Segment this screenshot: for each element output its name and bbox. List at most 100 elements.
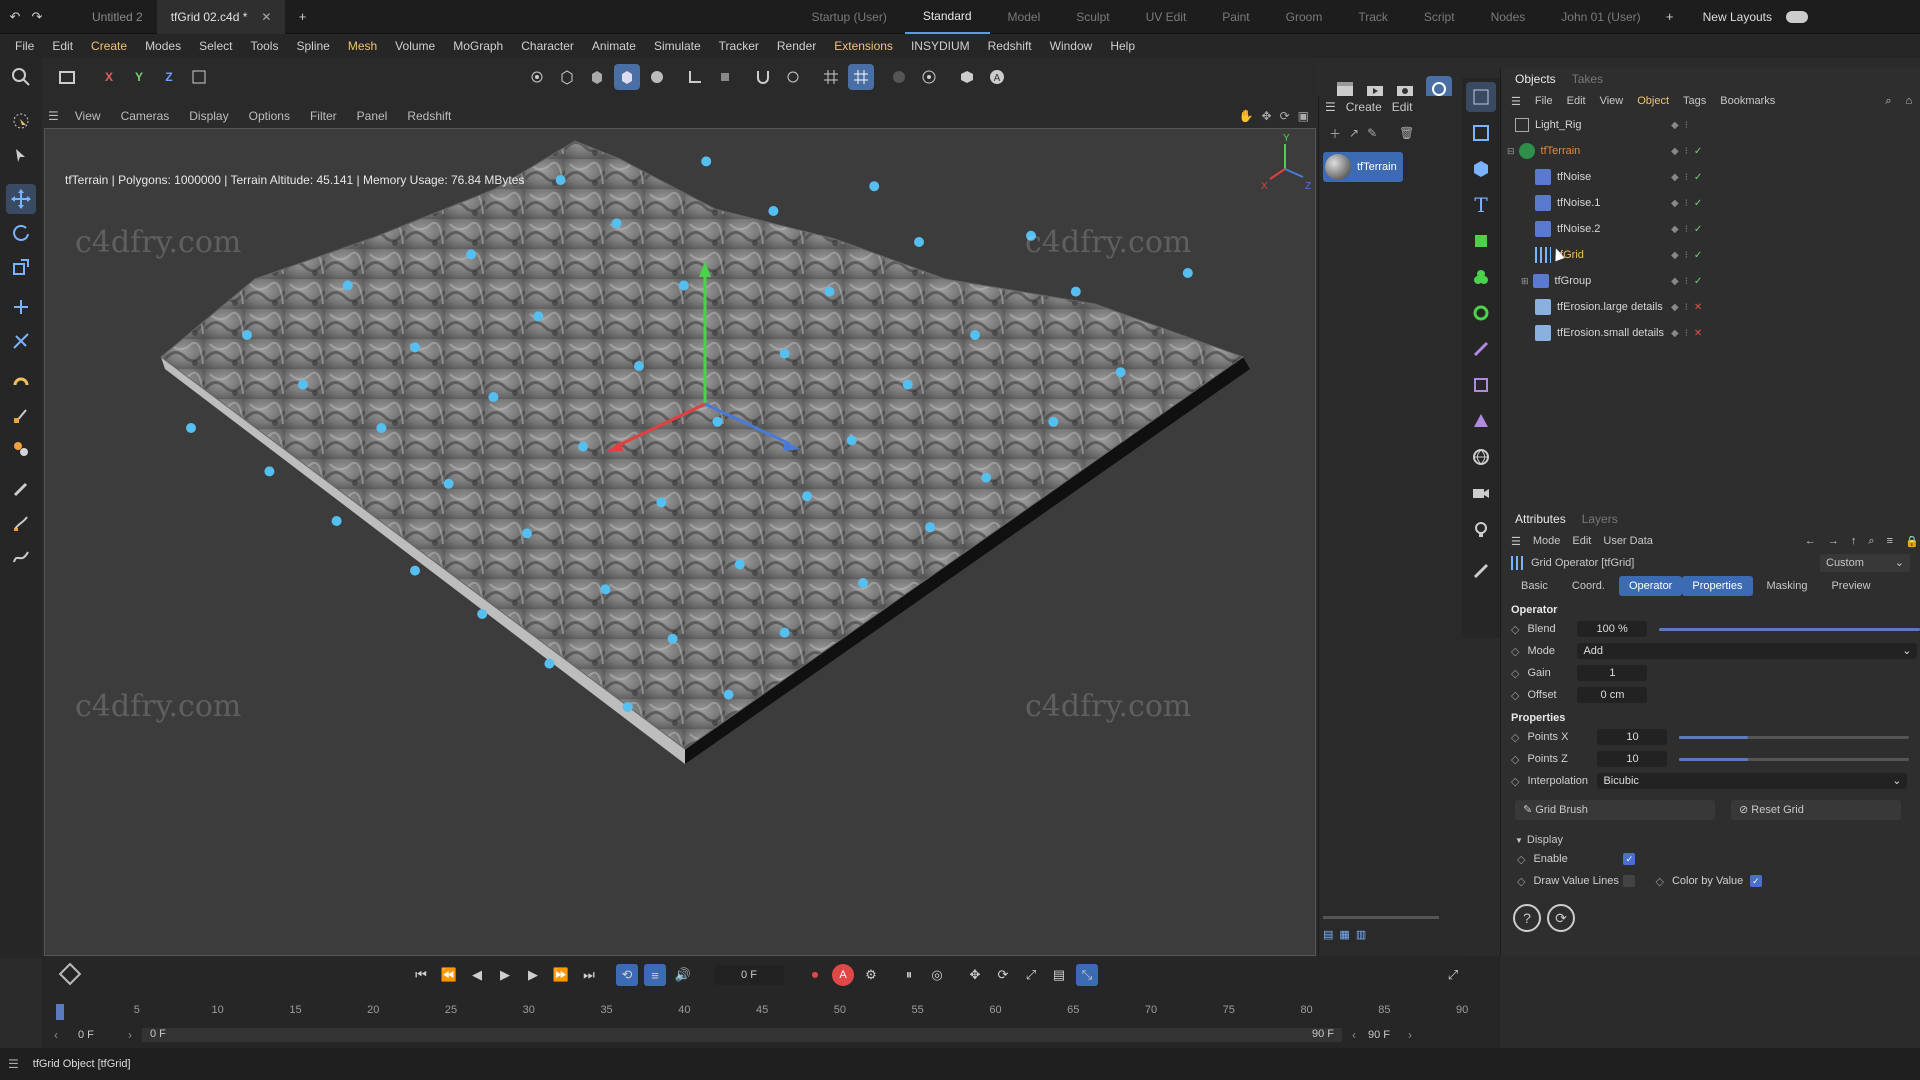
globe-icon[interactable] [1466, 442, 1496, 472]
attr-menu-mode[interactable]: Mode [1533, 535, 1561, 547]
menu-tools[interactable]: Tools [241, 34, 287, 58]
current-frame-field[interactable]: 0 F [714, 965, 784, 985]
select-icon[interactable] [6, 106, 36, 136]
vp-menu-panel[interactable]: Panel [347, 104, 398, 128]
grid-point[interactable] [376, 423, 387, 433]
paint-tool-icon[interactable] [1466, 556, 1496, 586]
grid-point[interactable] [578, 441, 588, 452]
grid-point[interactable] [768, 206, 779, 216]
help-icon[interactable]: ? [1513, 904, 1541, 932]
trash-icon[interactable]: 🗑 [1399, 126, 1414, 140]
tag-a-icon[interactable]: A [984, 64, 1010, 90]
grid-point[interactable] [824, 286, 835, 297]
grid-point[interactable] [734, 559, 745, 570]
om-menu-bookmarks[interactable]: Bookmarks [1720, 95, 1775, 107]
key-param-icon[interactable]: ▤ [1048, 964, 1070, 986]
layout-tab-nodes[interactable]: Nodes [1473, 0, 1544, 34]
pan-icon[interactable]: ✋ [1239, 109, 1254, 123]
doc-tab-untitled[interactable]: Untitled 2 [78, 0, 157, 34]
axis-x-button[interactable]: X [96, 64, 122, 90]
interpolation-dropdown[interactable]: Bicubic ⌄ [1597, 773, 1908, 789]
render-region-icon[interactable] [886, 64, 912, 90]
points-z-input[interactable]: 10 [1597, 751, 1668, 767]
snap-scale-icon[interactable] [6, 326, 36, 356]
toggle-switch[interactable] [1786, 10, 1809, 23]
cloner-icon[interactable] [1466, 262, 1496, 292]
attr-tab-properties[interactable]: Properties [1682, 576, 1753, 596]
layout-tab-track[interactable]: Track [1340, 0, 1406, 34]
uv-mode-icon[interactable] [644, 64, 670, 90]
keyframe-diamond-icon[interactable]: ◇ [1511, 645, 1519, 658]
chevron-right-icon[interactable]: › [128, 1028, 132, 1042]
grid-point[interactable] [186, 423, 196, 433]
grid-point[interactable] [600, 584, 611, 595]
attr-tab-coord[interactable]: Coord. [1562, 576, 1615, 596]
hamburger-icon[interactable]: ☰ [1325, 100, 1336, 114]
grid-point[interactable] [914, 237, 924, 247]
model-mode-icon[interactable] [614, 64, 640, 90]
fps-icon[interactable]: ≡ [644, 964, 666, 986]
rotate-icon[interactable] [6, 218, 36, 248]
rectangle-select-icon[interactable] [1466, 118, 1496, 148]
grid-point[interactable] [264, 466, 275, 477]
generator-icon[interactable] [1466, 226, 1496, 256]
color-by-value-checkbox[interactable]: ✓ [1749, 875, 1762, 887]
go-to-start-icon[interactable]: ⏮ [410, 964, 432, 986]
knife-icon[interactable] [6, 400, 36, 430]
keyframe-diamond-icon[interactable]: ◇ [1511, 731, 1519, 744]
menu-tracker[interactable]: Tracker [710, 34, 768, 58]
grid-point[interactable] [712, 416, 723, 427]
om-menu-edit[interactable]: Edit [1567, 95, 1586, 107]
grid-point[interactable] [1048, 416, 1059, 427]
grid-point[interactable] [410, 565, 420, 576]
list-item[interactable]: ⊟ tfTerrain ◆ ⁝ ✓ [1501, 138, 1920, 164]
tab-layers[interactable]: Layers [1582, 512, 1618, 526]
list-item[interactable]: tfNoise ◆ ⁝ ✓ [1501, 164, 1920, 190]
coordinate-system-icon[interactable] [186, 64, 212, 90]
edges-mode-icon[interactable] [554, 64, 580, 90]
grid-point[interactable] [533, 311, 544, 322]
chevron-left-icon[interactable]: ‹ [1352, 1028, 1356, 1042]
preset-dropdown[interactable]: Custom ⌄ [1820, 554, 1910, 572]
menu-modes[interactable]: Modes [136, 34, 190, 58]
grid-point[interactable] [544, 658, 555, 669]
list-item[interactable]: tfNoise.2 ◆ ⁝ ✓ [1501, 216, 1920, 242]
grid-point[interactable] [443, 478, 454, 489]
material-scrollbar[interactable] [1323, 916, 1439, 919]
paint-icon[interactable] [6, 434, 36, 464]
vp-menu-options[interactable]: Options [239, 104, 300, 128]
list-item[interactable]: Light_Rig ◆ ⁝ [1501, 112, 1920, 138]
axis-mode-icon[interactable] [682, 64, 708, 90]
up-arrow-icon[interactable]: ↑ [1851, 535, 1857, 547]
search-icon[interactable]: ⌕ [1885, 95, 1891, 108]
prev-key-icon[interactable]: ⏪ [438, 964, 460, 986]
loop-icon[interactable]: ⟲ [616, 964, 638, 986]
chevron-right-icon[interactable]: › [1408, 1028, 1412, 1042]
snap-settings-icon[interactable] [780, 64, 806, 90]
grid-point[interactable] [723, 689, 734, 700]
menu-create[interactable]: Create [82, 34, 136, 58]
light-icon[interactable] [1466, 514, 1496, 544]
menu-edit[interactable]: Edit [43, 34, 82, 58]
menu-render[interactable]: Render [768, 34, 825, 58]
tweak-icon[interactable] [712, 64, 738, 90]
grid-point[interactable] [846, 435, 857, 446]
menu-mesh[interactable]: Mesh [339, 34, 386, 58]
hamburger-icon[interactable]: ☰ [8, 1057, 19, 1071]
layout-tab-standard[interactable]: Standard [904, 0, 990, 34]
blend-slider[interactable] [1659, 627, 1920, 631]
vp-menu-redshift[interactable]: Redshift [397, 104, 461, 128]
playhead[interactable] [56, 1004, 64, 1020]
maximize-viewport-icon[interactable]: ▣ [1298, 109, 1309, 123]
sound-icon[interactable]: 🔊 [672, 964, 694, 986]
start-frame-field[interactable]: 0 F [78, 1029, 128, 1041]
grid-point[interactable] [242, 330, 252, 340]
grid-icon[interactable] [818, 64, 844, 90]
spline-pen-icon[interactable] [6, 542, 36, 572]
autokey-icon[interactable]: A [832, 964, 854, 986]
layout-tab-model[interactable]: Model [990, 0, 1059, 34]
filter-icon[interactable]: ≡ [1887, 535, 1893, 547]
list-item[interactable]: tfNoise.1 ◆ ⁝ ✓ [1501, 190, 1920, 216]
grid-brush-button[interactable]: ✎ Grid Brush [1515, 800, 1715, 820]
tab-takes[interactable]: Takes [1572, 72, 1603, 86]
